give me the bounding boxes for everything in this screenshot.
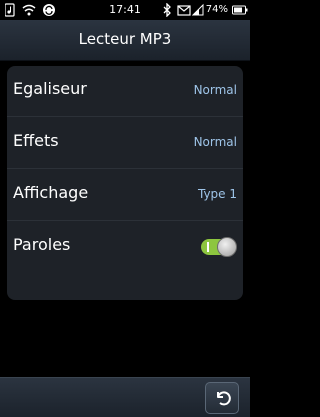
signal-icon	[191, 3, 204, 17]
status-bar: 17:41 74%	[0, 0, 250, 20]
battery-icon	[232, 3, 248, 17]
divider	[7, 116, 243, 117]
settings-item-effets[interactable]: Effets Normal	[7, 118, 243, 169]
screen: 17:41 74% Lecteur MP3 Egaliseur Normal E…	[0, 0, 250, 417]
settings-list: Egaliseur Normal Effets Normal Affichage…	[7, 66, 243, 300]
settings-item-egaliseur[interactable]: Egaliseur Normal	[7, 66, 243, 117]
bottom-bar	[0, 377, 250, 417]
settings-item-label: Paroles	[13, 235, 71, 254]
back-button[interactable]	[205, 382, 239, 414]
toggle-knob[interactable]	[217, 237, 237, 257]
divider	[7, 220, 243, 221]
settings-item-affichage[interactable]: Affichage Type 1	[7, 170, 243, 221]
paroles-toggle[interactable]	[201, 237, 237, 257]
settings-item-value: Type 1	[197, 187, 237, 201]
settings-item-value: Normal	[193, 83, 237, 97]
toggle-on-mark	[207, 242, 209, 252]
battery-percent: 74%	[205, 4, 228, 15]
divider	[7, 168, 243, 169]
page-title: Lecteur MP3	[78, 30, 172, 48]
settings-item-value: Normal	[193, 135, 237, 149]
settings-item-label: Egaliseur	[13, 79, 87, 98]
settings-item-label: Affichage	[13, 183, 89, 202]
bluetooth-icon	[163, 2, 172, 18]
message-icon	[177, 3, 191, 17]
settings-item-paroles[interactable]: Paroles	[7, 222, 243, 273]
title-bar: Lecteur MP3	[0, 20, 250, 61]
settings-item-label: Effets	[13, 131, 59, 150]
